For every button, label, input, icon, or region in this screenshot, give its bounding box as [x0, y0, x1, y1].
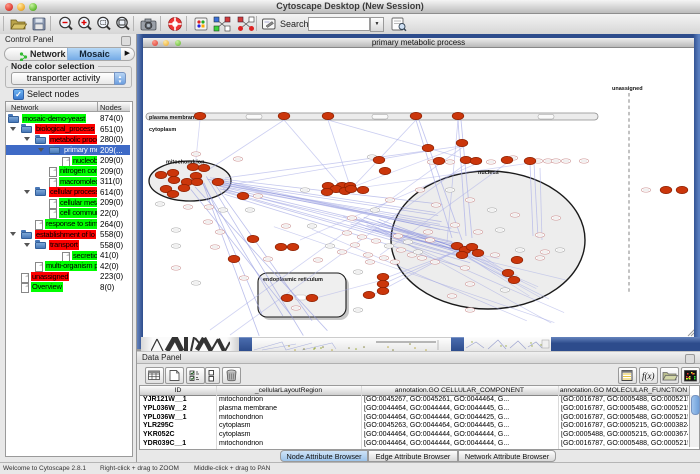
svg-text:plasma membrane: plasma membrane	[149, 115, 197, 121]
svg-text:unassigned: unassigned	[612, 86, 643, 92]
svg-text:cytoplasm: cytoplasm	[149, 127, 176, 133]
svg-text:mitochondrion: mitochondrion	[166, 160, 205, 166]
svg-text:endoplasmic reticulum: endoplasmic reticulum	[263, 277, 323, 283]
svg-text:f(x): f(x)	[642, 371, 655, 381]
